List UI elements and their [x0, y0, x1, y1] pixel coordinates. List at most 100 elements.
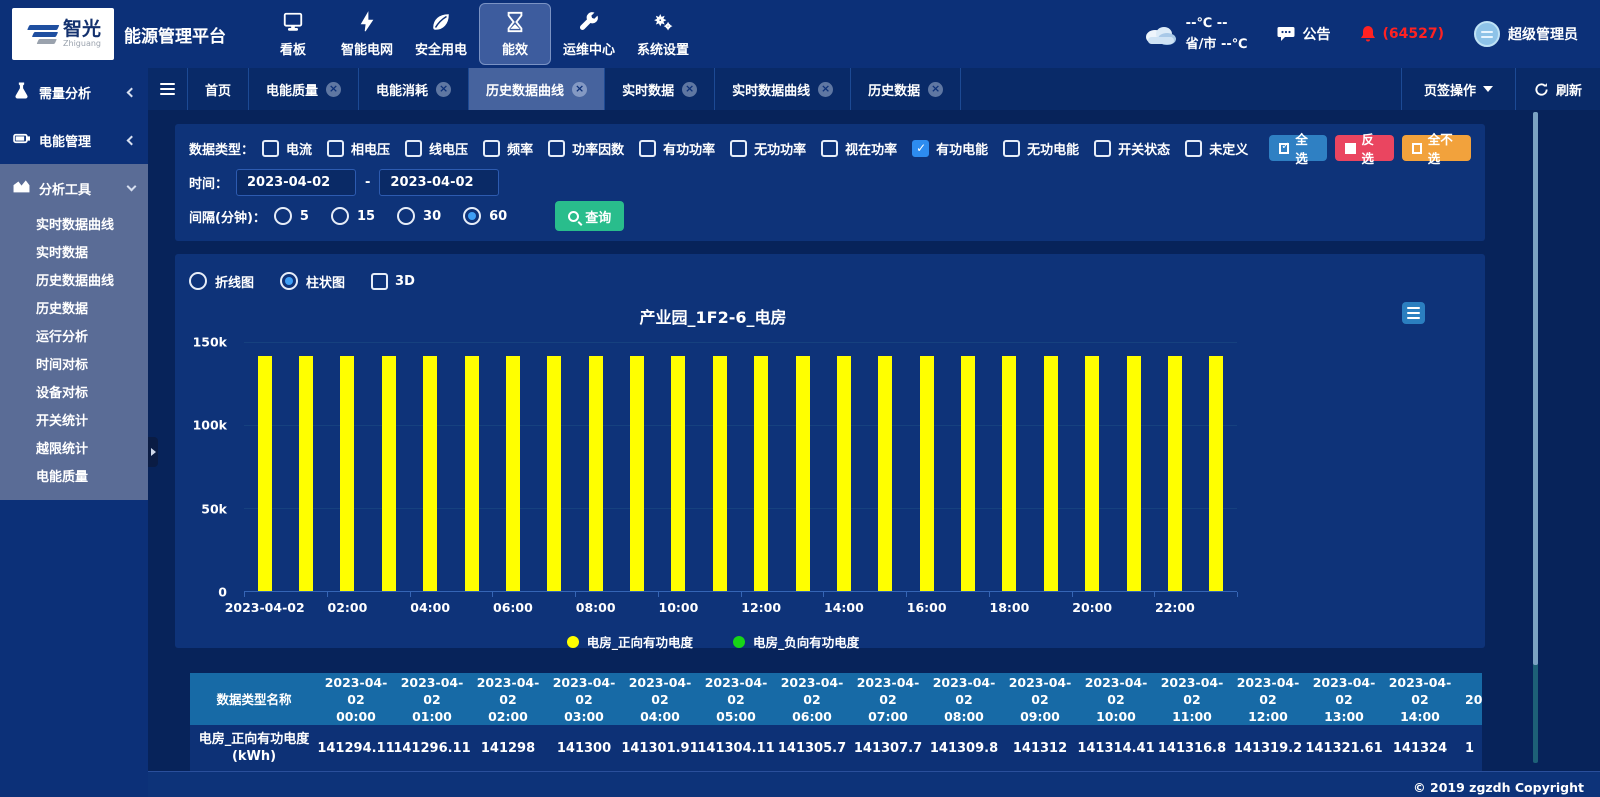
bar-slot[interactable] — [575, 342, 616, 591]
datatype-checkbox[interactable]: 线电压 — [405, 139, 468, 158]
sidebar-submenu-item[interactable]: 实时数据 — [0, 240, 148, 268]
datatype-checkbox[interactable]: 频率 — [483, 139, 533, 158]
bar-slot[interactable] — [699, 342, 740, 591]
nav-item[interactable]: 系统设置 — [627, 3, 699, 65]
sidebar-submenu-item[interactable]: 电能质量 — [0, 464, 148, 492]
table-header-cell: 2023-04-02 10:00 — [1078, 673, 1154, 725]
chevron-left-icon — [127, 87, 137, 97]
bar-chart-radio[interactable]: 柱状图 — [280, 272, 345, 291]
tab[interactable]: 电能质量 × — [249, 68, 359, 110]
tab-close-icon[interactable]: × — [818, 82, 833, 97]
sidebar-group-energy[interactable]: 电能管理 — [0, 116, 148, 164]
bar-slot[interactable] — [244, 342, 285, 591]
tab-operations-button[interactable]: 页签操作 — [1401, 68, 1515, 110]
sidebar-group-demand[interactable]: 需量分析 — [0, 68, 148, 116]
alerts-button[interactable]: (64527) — [1360, 25, 1444, 43]
datatype-checkbox[interactable]: 开关状态 — [1094, 139, 1170, 158]
tab[interactable]: 实时数据 × — [605, 68, 715, 110]
sidebar-submenu-item[interactable]: 历史数据 — [0, 296, 148, 324]
bar-slot[interactable] — [1196, 342, 1237, 591]
chart-toolbox-menu-icon[interactable] — [1402, 302, 1425, 324]
bar-slot[interactable] — [285, 342, 326, 591]
tab-close-icon[interactable]: × — [572, 82, 587, 97]
vertical-scrollbar[interactable] — [1533, 112, 1538, 763]
legend-item-negative[interactable]: 电房_负向有功电度 — [733, 632, 859, 651]
bar-slot[interactable] — [782, 342, 823, 591]
sidebar-submenu-item[interactable]: 历史数据曲线 — [0, 268, 148, 296]
user-menu[interactable]: 超级管理员 — [1474, 21, 1578, 47]
bar-slot[interactable] — [616, 342, 657, 591]
tab-close-icon[interactable]: × — [682, 82, 697, 97]
date-to-input[interactable] — [379, 169, 499, 196]
datatype-checkbox[interactable]: 有功功率 — [639, 139, 715, 158]
datatype-checkbox[interactable]: 相电压 — [327, 139, 390, 158]
line-chart-radio[interactable]: 折线图 — [189, 272, 254, 291]
tab[interactable]: 首页 × — [188, 68, 249, 110]
gears-icon — [651, 10, 675, 34]
bar-slot[interactable] — [410, 342, 451, 591]
datatype-checkbox[interactable]: 视在功率 — [821, 139, 897, 158]
datatype-checkbox[interactable]: 功率因数 — [548, 139, 624, 158]
announcement-button[interactable]: 公告 — [1277, 24, 1330, 44]
bar-slot[interactable] — [368, 342, 409, 591]
bar-slot[interactable] — [1030, 342, 1071, 591]
datatype-checkbox[interactable]: 无功功率 — [730, 139, 806, 158]
bar-slot[interactable] — [741, 342, 782, 591]
bar-slot[interactable] — [947, 342, 988, 591]
nav-item[interactable]: 安全用电 — [405, 3, 477, 65]
tab-close-icon[interactable]: × — [326, 82, 341, 97]
invert-selection-button[interactable]: 反选 — [1335, 135, 1393, 161]
sidebar-submenu-item[interactable]: 时间对标 — [0, 352, 148, 380]
interval-radio[interactable]: 5 — [274, 207, 309, 225]
tab[interactable]: 历史数据曲线 × — [469, 68, 605, 110]
bar-slot[interactable] — [658, 342, 699, 591]
interval-radio[interactable]: 15 — [331, 207, 375, 225]
nav-item[interactable]: 能效 — [479, 3, 551, 65]
tab[interactable]: 历史数据 × — [851, 68, 961, 110]
tab[interactable]: 实时数据曲线 × — [715, 68, 851, 110]
bar-slot[interactable] — [989, 342, 1030, 591]
hamburger-menu-icon[interactable] — [148, 68, 188, 110]
interval-radio[interactable]: 30 — [397, 207, 441, 225]
tab-close-icon[interactable]: × — [436, 82, 451, 97]
datatype-checkbox[interactable]: 无功电能 — [1003, 139, 1079, 158]
sidebar-collapse-handle[interactable] — [148, 437, 158, 467]
x-axis-tick — [1237, 592, 1238, 597]
select-all-button[interactable]: 全选 — [1269, 135, 1327, 161]
scrollbar-thumb[interactable] — [1533, 112, 1538, 665]
empty-square-icon — [1412, 143, 1422, 154]
bar-slot[interactable] — [327, 342, 368, 591]
bar-slot[interactable] — [865, 342, 906, 591]
sidebar-submenu-item[interactable]: 设备对标 — [0, 380, 148, 408]
legend-item-positive[interactable]: 电房_正向有功电度 — [567, 632, 693, 651]
datatype-checkbox[interactable]: 未定义 — [1185, 139, 1248, 158]
tab[interactable]: 电能消耗 × — [359, 68, 469, 110]
sidebar-group-analysis-header[interactable]: 分析工具 — [0, 164, 148, 212]
date-from-input[interactable] — [236, 169, 356, 196]
sidebar-submenu-item[interactable]: 开关统计 — [0, 408, 148, 436]
sidebar-submenu-item[interactable]: 越限统计 — [0, 436, 148, 464]
select-none-button[interactable]: 全不选 — [1402, 135, 1472, 161]
interval-radio[interactable]: 60 — [463, 207, 507, 225]
query-button[interactable]: 查询 — [555, 201, 624, 231]
bar-slot[interactable] — [492, 342, 533, 591]
refresh-button[interactable]: 刷新 — [1515, 68, 1600, 110]
sidebar-group-label: 分析工具 — [39, 179, 91, 198]
tab-close-icon[interactable]: × — [928, 82, 943, 97]
bar-slot[interactable] — [823, 342, 864, 591]
nav-item[interactable]: 运维中心 — [553, 3, 625, 65]
bar-slot[interactable] — [906, 342, 947, 591]
x-tick-label: 14:00 — [824, 600, 864, 615]
sidebar-submenu-item[interactable]: 运行分析 — [0, 324, 148, 352]
sidebar-submenu-item[interactable]: 实时数据曲线 — [0, 212, 148, 240]
bar-slot[interactable] — [1113, 342, 1154, 591]
datatype-checkbox[interactable]: 有功电能 — [912, 139, 988, 158]
bar-slot[interactable] — [451, 342, 492, 591]
nav-item[interactable]: 看板 — [257, 3, 329, 65]
bar-slot[interactable] — [1154, 342, 1195, 591]
3d-checkbox[interactable]: 3D — [371, 273, 415, 290]
datatype-checkbox[interactable]: 电流 — [262, 139, 312, 158]
bar-slot[interactable] — [534, 342, 575, 591]
bar-slot[interactable] — [1072, 342, 1113, 591]
nav-item[interactable]: 智能电网 — [331, 3, 403, 65]
